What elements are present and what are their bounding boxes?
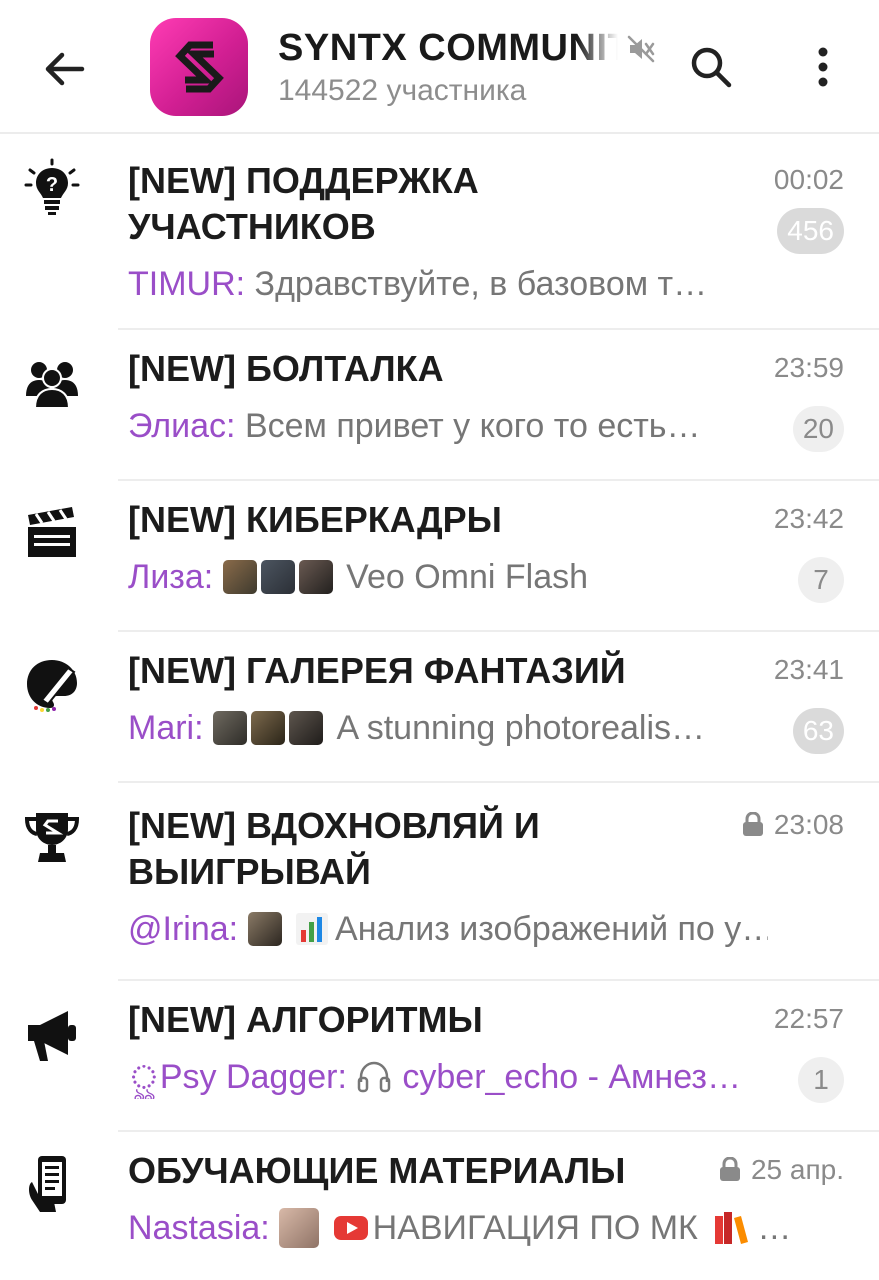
unread-badge: 63 bbox=[792, 708, 844, 754]
chat-row[interactable]: [NEW] АЛГОРИТМЫ 22:57 1 ৣPsy Dagger: cyb… bbox=[0, 981, 879, 1132]
clapperboard-icon bbox=[22, 503, 82, 563]
lock-icon bbox=[719, 1157, 740, 1181]
preview-sender: Элиас: bbox=[128, 407, 236, 445]
chat-time: 25 апр. bbox=[719, 1154, 844, 1186]
chat-time: 23:08 bbox=[742, 809, 844, 841]
chat-title: [NEW] АЛГОРИТМЫ bbox=[128, 999, 483, 1040]
image-thumbnail bbox=[289, 711, 324, 745]
chat-preview: Лиза: Veo Omni Flash bbox=[128, 555, 768, 599]
svg-text:?: ? bbox=[46, 174, 58, 196]
preview-text: Veo Omni Flash bbox=[346, 558, 589, 596]
chat-header: SYNTX COMMUNITY 144522 участника bbox=[0, 0, 879, 134]
unread-badge: 1 bbox=[798, 1057, 844, 1103]
back-arrow-icon[interactable] bbox=[40, 44, 90, 94]
megaphone-icon bbox=[22, 1005, 82, 1065]
preview-text: Анализ изображений по у… bbox=[335, 910, 768, 948]
preview-text: Всем привет у кого то есть… bbox=[244, 407, 701, 445]
chat-time-text: 23:08 bbox=[773, 809, 844, 840]
chat-preview: @Irina: Анализ изображений по у… bbox=[128, 907, 768, 951]
more-vertical-icon[interactable] bbox=[810, 44, 836, 90]
ellipsis: … bbox=[757, 1209, 792, 1247]
lightbulb-question-icon: ? bbox=[22, 158, 82, 218]
image-thumbnail bbox=[279, 1208, 320, 1248]
preview-sender: Nastasia: bbox=[128, 1209, 270, 1247]
member-count: 144522 участника bbox=[278, 74, 527, 107]
search-icon[interactable] bbox=[688, 44, 734, 90]
unread-badge: 456 bbox=[777, 208, 844, 254]
preview-sender: Лиза: bbox=[128, 558, 214, 596]
chat-title: [NEW] ВДОХНОВЛЯЙ И ВЫИГРЫВАЙ bbox=[128, 805, 540, 892]
chat-row[interactable]: [NEW] КИБЕРКАДРЫ 23:42 7 Лиза: Veo Omni … bbox=[0, 481, 879, 632]
chat-time: 00:02 bbox=[773, 164, 844, 195]
chat-row[interactable]: ? [NEW] ПОДДЕРЖКА УЧАСТНИКОВ 00:02 456 T… bbox=[0, 136, 879, 330]
chat-title: ОБУЧАЮЩИЕ МАТЕРИАЛЫ bbox=[128, 1150, 626, 1191]
chat-row[interactable]: [NEW] ВДОХНОВЛЯЙ И ВЫИГРЫВАЙ 23:08 @Irin… bbox=[0, 783, 879, 981]
chat-list: ? [NEW] ПОДДЕРЖКА УЧАСТНИКОВ 00:02 456 T… bbox=[0, 136, 879, 1277]
chat-preview: ৣPsy Dagger: cyber_echo - Амнез… bbox=[128, 1055, 768, 1099]
image-thumbnail bbox=[247, 912, 282, 946]
chat-preview: Элиас: Всем привет у кого то есть… bbox=[128, 404, 768, 448]
chat-preview: TIMUR: Здравствуйте, в базовом т… bbox=[128, 262, 768, 306]
preview-sender: @Irina: bbox=[128, 910, 239, 948]
lock-icon bbox=[742, 812, 763, 836]
chat-time: 22:57 bbox=[773, 1003, 844, 1034]
preview-text: НАВИГАЦИЯ ПО МК bbox=[372, 1209, 698, 1247]
headphones-icon bbox=[358, 1061, 391, 1093]
chat-time: 23:41 bbox=[773, 654, 844, 685]
group-title: SYNTX COMMUNITY bbox=[278, 27, 618, 69]
image-thumbnail bbox=[251, 711, 286, 745]
preview-text: Здравствуйте, в базовом т… bbox=[254, 265, 708, 303]
trophy-icon bbox=[22, 807, 82, 867]
people-group-icon bbox=[22, 352, 82, 412]
image-thumbnail bbox=[213, 711, 248, 745]
unread-badge: 20 bbox=[792, 406, 844, 452]
chat-preview: Nastasia: НАВИГАЦИЯ ПО МК … bbox=[128, 1206, 828, 1250]
preview-text: A stunning photorealis… bbox=[336, 709, 706, 747]
chat-title: [NEW] БОЛТАЛКА bbox=[128, 348, 444, 389]
preview-sender: TIMUR: bbox=[128, 265, 246, 303]
muted-speaker-icon bbox=[626, 34, 656, 64]
chat-time: 23:42 bbox=[773, 503, 844, 534]
chat-title: [NEW] ПОДДЕРЖКА УЧАСТНИКОВ bbox=[128, 160, 479, 247]
books-emoji-icon bbox=[715, 1212, 749, 1244]
unread-badge: 7 bbox=[798, 557, 844, 603]
chat-preview: Mari: A stunning photorealis… bbox=[128, 706, 768, 750]
palette-brush-icon bbox=[22, 654, 82, 714]
chat-time-text: 25 апр. bbox=[750, 1154, 844, 1185]
chat-title: [NEW] ГАЛЕРЕЯ ФАНТАЗИЙ bbox=[128, 650, 626, 691]
chat-time: 23:59 bbox=[773, 352, 844, 383]
chat-row[interactable]: [NEW] ГАЛЕРЕЯ ФАНТАЗИЙ 23:41 63 Mari: A … bbox=[0, 632, 879, 783]
chat-row[interactable]: [NEW] БОЛТАЛКА 23:59 20 Элиас: Всем прив… bbox=[0, 330, 879, 481]
chat-row[interactable]: ОБУЧАЮЩИЕ МАТЕРИАЛЫ 25 апр. Nastasia: НА… bbox=[0, 1132, 879, 1277]
video-thumbnail bbox=[222, 560, 257, 594]
preview-sender: ৣPsy Dagger: bbox=[128, 1058, 347, 1096]
header-title-block[interactable]: SYNTX COMMUNITY 144522 участника bbox=[278, 26, 658, 108]
preview-sender: Mari: bbox=[128, 709, 204, 747]
youtube-icon bbox=[333, 1216, 368, 1240]
syntx-logo-icon bbox=[175, 41, 224, 93]
video-thumbnail bbox=[298, 560, 333, 594]
video-thumbnail bbox=[260, 560, 295, 594]
phone-hand-icon bbox=[22, 1154, 82, 1214]
group-avatar[interactable] bbox=[150, 18, 248, 116]
preview-text: cyber_echo - Амнез… bbox=[402, 1058, 741, 1096]
bar-chart-emoji-icon bbox=[296, 913, 329, 945]
chat-title: [NEW] КИБЕРКАДРЫ bbox=[128, 499, 502, 540]
